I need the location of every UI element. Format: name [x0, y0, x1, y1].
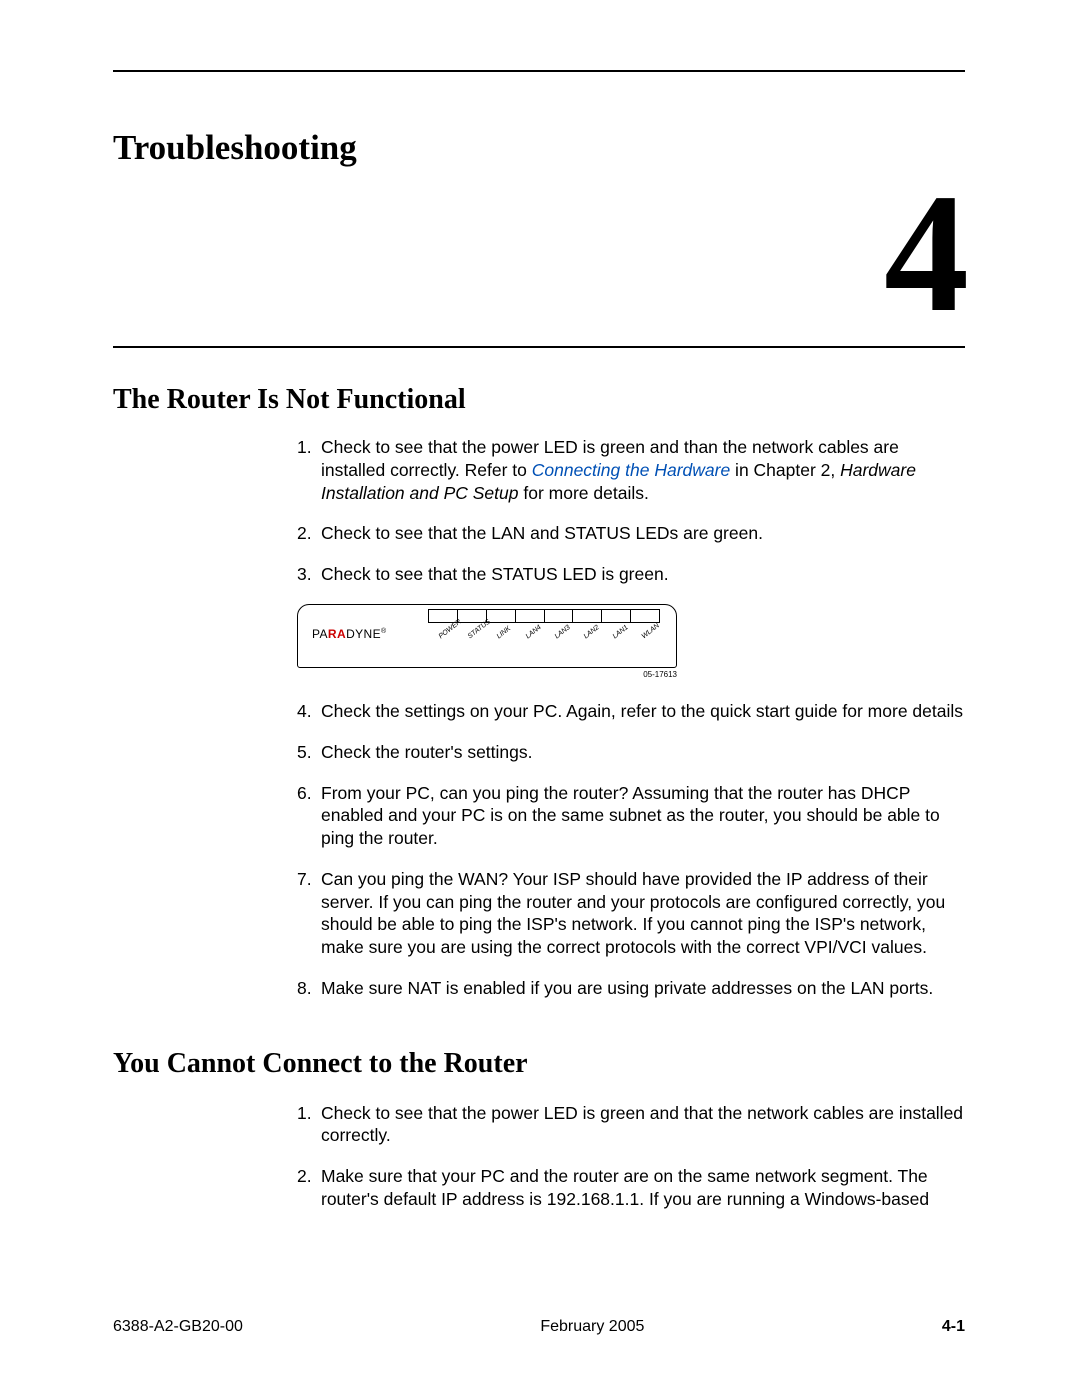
link-connecting-hardware[interactable]: Connecting the Hardware — [532, 460, 730, 480]
brand-reg: ® — [381, 628, 387, 635]
page-body: Troubleshooting 4 The Router Is Not Func… — [113, 70, 965, 1229]
led-labels: POWER STATUS LINK LAN4 LAN3 LAN2 LAN1 WL… — [435, 623, 667, 632]
brand-pa: PA — [312, 627, 328, 641]
figure-number: 05-17613 — [297, 670, 677, 680]
steps-list-1: Check to see that the power LED is green… — [297, 436, 965, 1000]
chapter-title: Troubleshooting — [113, 128, 965, 168]
top-rule — [113, 70, 965, 72]
step-2: Check to see that the LAN and STATUS LED… — [297, 522, 965, 545]
chapter-number: 4 — [113, 168, 965, 338]
step-5: Check the router's settings. — [297, 741, 965, 764]
brand-dyne: DYNE — [346, 627, 381, 641]
section-title-router-not-functional: The Router Is Not Functional — [113, 384, 965, 416]
step-6: From your PC, can you ping the router? A… — [297, 782, 965, 850]
step-8: Make sure NAT is enabled if you are usin… — [297, 977, 965, 1000]
step2-2: Make sure that your PC and the router ar… — [297, 1165, 965, 1211]
footer-page-number: 4-1 — [942, 1318, 965, 1336]
mid-rule — [113, 346, 965, 348]
step-4: Check the settings on your PC. Again, re… — [297, 700, 965, 723]
footer-docnum: 6388-A2-GB20-00 — [113, 1318, 243, 1336]
page-footer: 6388-A2-GB20-00 February 2005 4-1 — [113, 1318, 965, 1336]
steps-list-2: Check to see that the power LED is green… — [297, 1102, 965, 1211]
brand-logo: PARADYNE® — [312, 627, 387, 643]
step-1: Check to see that the power LED is green… — [297, 436, 965, 504]
step-7: Can you ping the WAN? Your ISP should ha… — [297, 868, 965, 959]
step2-1: Check to see that the power LED is green… — [297, 1102, 965, 1148]
brand-ra: RA — [328, 627, 346, 641]
step-1-text-b: in Chapter 2, — [730, 460, 840, 480]
footer-date: February 2005 — [540, 1318, 644, 1336]
figure-item: PARADYNE® POWER STATUS — [297, 604, 965, 680]
device-figure: PARADYNE® POWER STATUS — [297, 604, 965, 680]
step-3: Check to see that the STATUS LED is gree… — [297, 563, 965, 586]
step-1-text-c: for more details. — [519, 483, 649, 503]
router-device-illustration: PARADYNE® POWER STATUS — [297, 604, 677, 668]
section-title-cannot-connect: You Cannot Connect to the Router — [113, 1048, 965, 1080]
